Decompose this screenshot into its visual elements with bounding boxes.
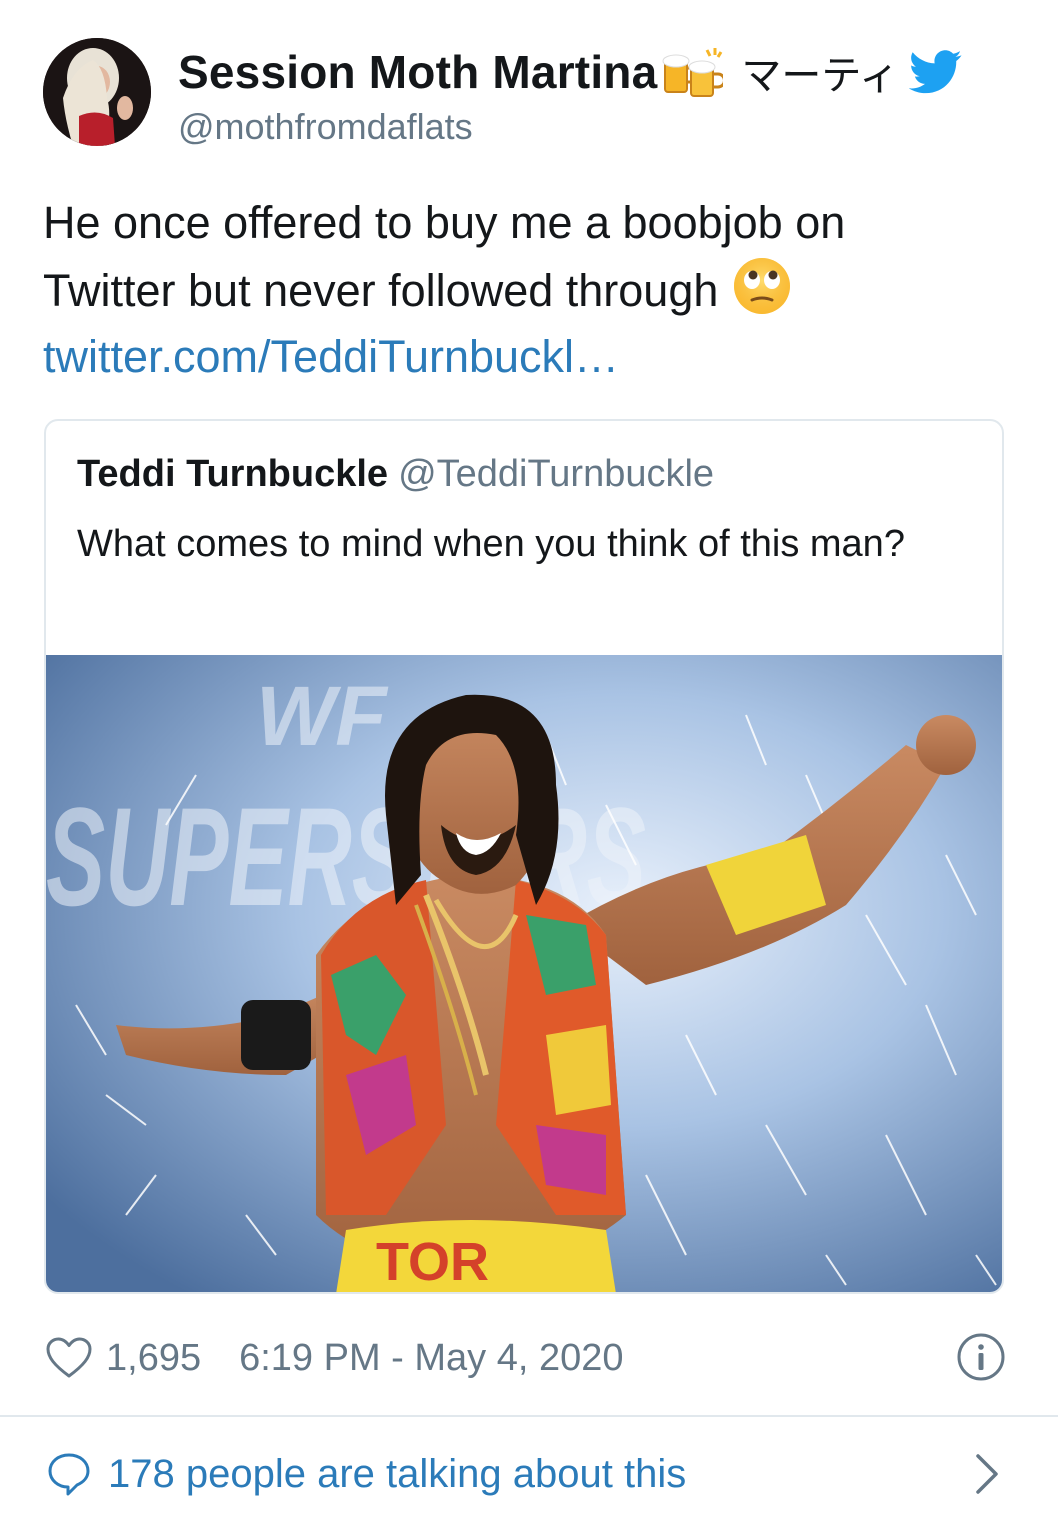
quoted-tweet-text: What comes to mind when you think of thi… <box>77 523 905 565</box>
conversation-row[interactable]: 178 people are talking about this <box>46 1444 1006 1504</box>
info-icon[interactable] <box>956 1332 1006 1382</box>
twitter-bird-icon <box>909 50 963 94</box>
conversation-text[interactable]: 178 people are talking about this <box>108 1452 686 1497</box>
display-name-suffix[interactable]: マーティ <box>741 43 899 101</box>
tweet-timestamp[interactable]: 6:19 PM - May 4, 2020 <box>239 1337 623 1380</box>
divider <box>0 1415 1058 1417</box>
quoted-tweet-card[interactable]: Teddi Turnbuckle @TeddiTurnbuckle What co… <box>44 419 1004 1294</box>
tweet-text-line: He once offered to buy me a boobjob on <box>43 197 846 248</box>
avatar[interactable] <box>43 38 151 146</box>
likes-count[interactable]: 1,695 <box>106 1337 201 1380</box>
avatar-image <box>43 38 151 146</box>
chevron-right-icon[interactable] <box>972 1452 1002 1496</box>
quoted-tweet-header: Teddi Turnbuckle @TeddiTurnbuckle <box>77 453 714 496</box>
image-logo-text: WF <box>256 669 389 763</box>
beer-mugs-icon <box>661 44 724 100</box>
quoted-tweet-author-name[interactable]: Teddi Turnbuckle <box>77 453 388 495</box>
speech-bubble-icon <box>46 1451 92 1497</box>
quoted-tweet-author-handle[interactable]: @TeddiTurnbuckle <box>398 453 714 495</box>
tweet-link[interactable]: twitter.com/TeddiTurnbuckl… <box>43 331 619 382</box>
eye-roll-emoji-icon <box>732 256 792 316</box>
tweet-meta-row: 1,695 6:19 PM - May 4, 2020 <box>46 1330 1006 1386</box>
heart-icon[interactable] <box>46 1337 92 1379</box>
quoted-tweet-image[interactable]: WF SUPERSTARS TOR <box>46 655 1002 1292</box>
tweet-text: He once offered to buy me a boobjob on T… <box>43 190 1013 390</box>
author-names: Session Moth Martina マーティ @mothfromdafla… <box>178 44 1018 148</box>
tweet-text-line: Twitter but never followed through <box>43 265 719 316</box>
tweet-link-line: twitter.com/TeddiTurnbuckl… <box>43 324 1013 390</box>
author-handle[interactable]: @mothfromdaflats <box>178 106 1018 148</box>
tweet-header: Session Moth Martina マーティ @mothfromdafla… <box>43 38 1023 150</box>
display-name-row[interactable]: Session Moth Martina マーティ <box>178 44 1018 100</box>
image-trunks-text: TOR <box>376 1232 489 1292</box>
display-name[interactable]: Session Moth Martina <box>178 45 657 99</box>
tweet-text-line-with-emoji: Twitter but never followed through <box>43 256 1013 324</box>
wrestler-photo: WF SUPERSTARS TOR <box>46 655 1002 1292</box>
